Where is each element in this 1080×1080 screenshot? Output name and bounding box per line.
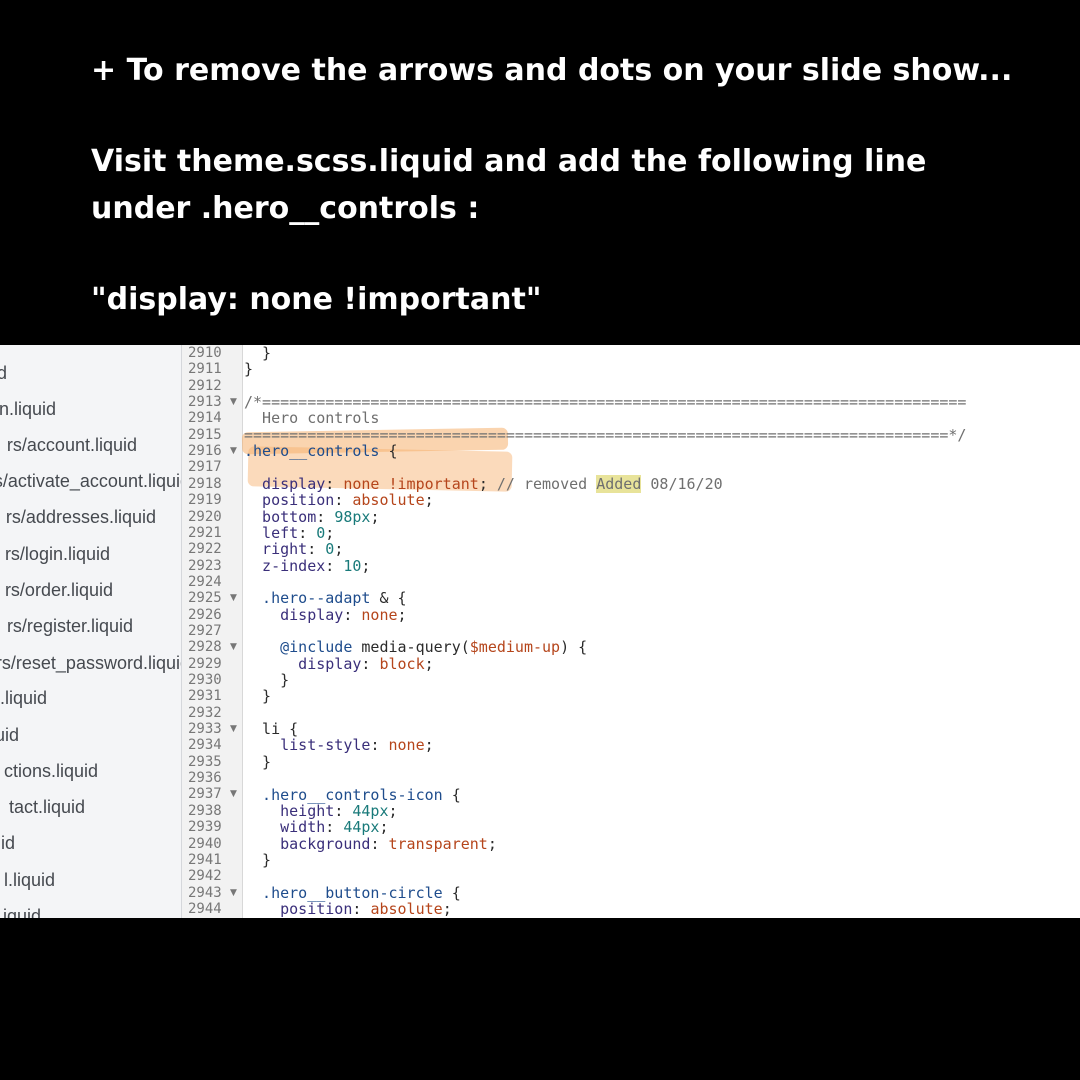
code-line: .hero__button-circle { [244, 883, 461, 902]
code-line: left: 0; [244, 523, 335, 542]
code-line: background: transparent; [244, 834, 497, 853]
fold-arrow-icon[interactable]: ▼ [230, 590, 237, 606]
line-number: 2910 [188, 345, 222, 361]
file-item[interactable]: rs/addresses.liquid [0, 506, 156, 528]
code-line: Hero controls [244, 409, 380, 428]
line-number: 2923 [188, 557, 222, 574]
line-number: 2925 [188, 590, 222, 607]
line-number: 2932 [188, 704, 222, 721]
code-line: li { [244, 720, 299, 739]
line-number: 2922 [188, 541, 222, 558]
file-item[interactable]: l.liquid [0, 869, 55, 891]
line-number: 2918 [188, 475, 222, 492]
code-line: width: 44px; [244, 818, 389, 837]
added-highlight: Added [596, 474, 642, 493]
file-item[interactable]: ctions.liquid [0, 760, 98, 782]
file-item[interactable]: uid [0, 724, 24, 746]
file-item[interactable]: rs/register.liquid [0, 615, 133, 637]
file-item[interactable]: .liquid [0, 687, 47, 709]
editor-screenshot: d n.liquid rs/account.liquid rs/activate… [0, 345, 1080, 918]
line-number: 2944 [188, 900, 222, 917]
fold-arrow-icon[interactable]: ▼ [230, 786, 237, 802]
code-line: } [244, 360, 254, 379]
line-number: 2941 [188, 851, 222, 868]
line-number: 2938 [188, 802, 222, 819]
file-item[interactable]: tact.liquid [0, 796, 85, 818]
file-item[interactable]: d [0, 362, 10, 384]
code-line: } [244, 687, 272, 706]
line-number: 2934 [188, 737, 222, 754]
instruction-line-2: Visit theme.scss.liquid and add the foll… [91, 144, 927, 179]
line-number-gutter: 2910 2911 2912 2913 ▼ 2914 2915 2916 ▼ 2917 2918 29… [182, 345, 243, 918]
code-line: z-index: 10; [244, 556, 371, 575]
file-item[interactable]: rs/reset_password.liquid [0, 652, 181, 674]
fold-arrow-icon[interactable]: ▼ [230, 394, 237, 410]
line-number: 2915 [188, 426, 222, 443]
instruction-line-3: under .hero__controls : [91, 191, 480, 226]
line-number: 2936 [188, 770, 222, 787]
code-line: position: absolute; [244, 491, 434, 510]
selector-hero-controls: .hero__controls [244, 442, 380, 461]
line-number: 2937 [188, 786, 222, 803]
code-line: bottom: 98px; [244, 507, 380, 526]
line-number: 2930 [188, 672, 222, 688]
instruction-line-1: + To remove the arrows and dots on your … [91, 53, 1013, 88]
line-number: 2926 [188, 606, 222, 623]
line-number: 2940 [188, 835, 222, 852]
line-number: 2933 [188, 721, 222, 738]
code-line: .hero__controls-icon { [244, 785, 461, 804]
line-number: 2927 [188, 622, 222, 639]
file-list-sidebar: d n.liquid rs/account.liquid rs/activate… [0, 345, 182, 918]
code-line: /*======================================… [244, 393, 967, 411]
line-number: 2919 [188, 492, 222, 509]
line-number: 2911 [188, 361, 222, 378]
code-line: } [244, 345, 272, 362]
code-line-display-none: display: none !important; // removed Add… [244, 474, 723, 493]
code-editor[interactable]: } } /*==================================… [241, 345, 1080, 918]
line-number: 2914 [188, 410, 222, 427]
code-line: list-style: none; [244, 736, 434, 755]
code-line: display: block; [244, 654, 434, 673]
fold-arrow-icon[interactable]: ▼ [230, 443, 237, 459]
file-item[interactable]: rs/login.liquid [0, 543, 110, 565]
code-line: .hero--adapt & { [244, 589, 407, 608]
line-number: 2935 [188, 753, 222, 770]
line-number: 2939 [188, 819, 222, 836]
file-item[interactable]: id [0, 832, 15, 854]
file-item[interactable]: rs/activate_account.liquid [0, 470, 181, 492]
code-line: height: 44px; [244, 801, 398, 820]
line-number: 2917 [188, 459, 222, 476]
code-line: ========================================… [244, 425, 967, 444]
file-item[interactable]: rs/account.liquid [0, 434, 137, 456]
line-number: 2921 [188, 524, 222, 541]
line-number: 2942 [188, 868, 222, 885]
code-line: right: 0; [244, 540, 344, 559]
code-line: display: none; [244, 605, 407, 624]
file-item[interactable]: rs/order.liquid [0, 579, 113, 601]
code-line: @include media-query($medium-up) { [244, 638, 588, 657]
line-number: 2943 [188, 884, 222, 901]
line-number: 2929 [188, 655, 222, 672]
file-item[interactable]: iquid [0, 905, 41, 918]
instruction-line-4: "display: none !important" [91, 282, 542, 317]
code-line: .hero__controls { [244, 442, 398, 461]
fold-arrow-icon[interactable]: ▼ [230, 639, 237, 655]
line-number: 2913 [188, 394, 222, 411]
line-number: 2912 [188, 377, 222, 394]
code-line: } [244, 671, 290, 689]
code-line: position: absolute; [244, 899, 452, 918]
line-number: 2924 [188, 573, 222, 590]
line-number: 2931 [188, 688, 222, 705]
line-number: 2916 [188, 443, 222, 460]
fold-arrow-icon[interactable]: ▼ [230, 721, 237, 737]
file-item[interactable]: n.liquid [0, 398, 57, 420]
line-number: 2928 [188, 639, 222, 656]
line-number: 2920 [188, 508, 222, 525]
fold-arrow-icon[interactable]: ▼ [230, 885, 237, 901]
code-line: } [244, 752, 272, 771]
code-line: } [244, 850, 272, 869]
